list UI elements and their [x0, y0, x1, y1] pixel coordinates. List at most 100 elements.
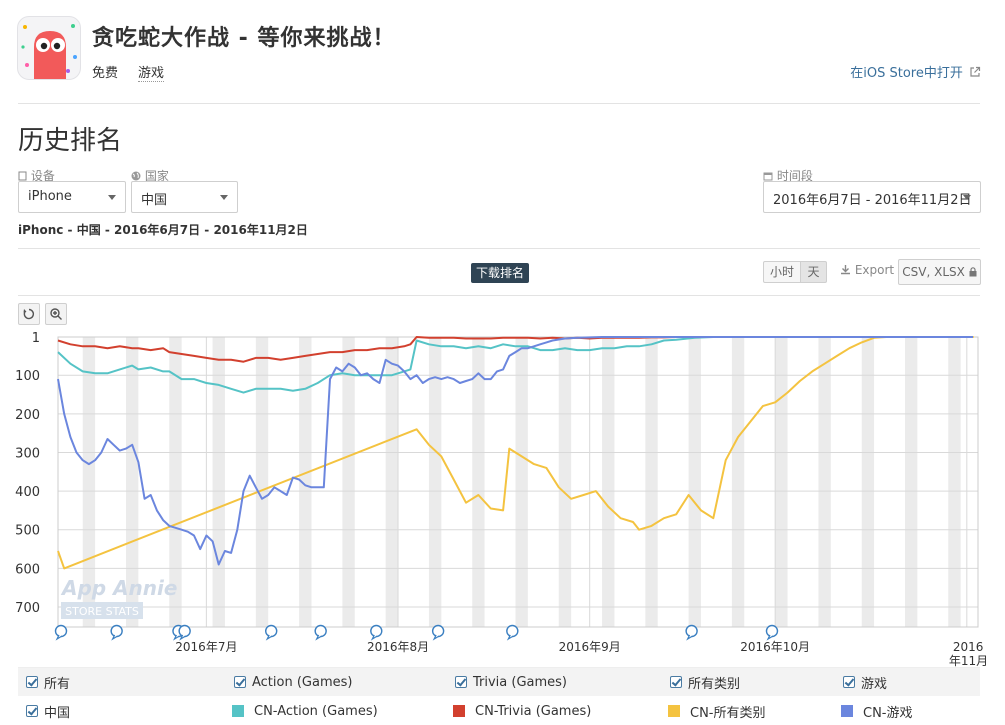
series-swatch [668, 705, 680, 717]
granularity-day-button[interactable]: 天 [800, 261, 827, 283]
csv-xlsx-button[interactable]: CSV, XLSX [898, 259, 981, 285]
weekend-band [904, 337, 918, 627]
event-marker-icon [178, 624, 191, 638]
event-marker-icon [765, 624, 779, 638]
legend-series-all-label: CN-所有类别 [690, 705, 766, 721]
watermark-brand: App Annie [60, 576, 177, 600]
weekend-band [861, 337, 875, 627]
legend-action-label: Action (Games) [252, 674, 353, 690]
chart-title-tag: 下载排名 [471, 263, 530, 283]
calendar-icon [763, 172, 773, 181]
weekend-band [385, 337, 399, 627]
device-icon [18, 171, 27, 181]
legend-series-trivia-label: CN-Trivia (Games) [475, 703, 592, 719]
legend-toggle-all-categories[interactable]: 所有类别 [670, 668, 740, 696]
legend-category-row: 所有 Action (Games) Trivia (Games) 所有类别 游戏 [18, 668, 980, 696]
checkbox-icon[interactable] [234, 676, 246, 688]
legend-series-games-label: CN-游戏 [863, 705, 913, 721]
weekend-band [255, 337, 269, 627]
y-tick-label: 500 [15, 524, 40, 539]
country-select-value: 中国 [141, 193, 168, 208]
reset-zoom-button[interactable] [18, 303, 40, 325]
legend-toggle-all[interactable]: 所有 [26, 668, 70, 696]
globe-icon [131, 171, 141, 181]
period-select[interactable]: 2016年6月7日 - 2016年11月2日 [763, 181, 981, 213]
app-price: 免费 [92, 66, 119, 81]
y-tick-label: 700 [15, 601, 40, 616]
store-link-label: 在iOS Store中打开 [850, 66, 963, 81]
x-tick-label: 2016年9月 [559, 640, 621, 654]
x-tick-label: 2016年8月 [367, 640, 429, 654]
device-select[interactable]: iPhone [18, 181, 126, 213]
event-marker-icon [506, 624, 519, 638]
x-tick-label: 2016 [953, 640, 984, 654]
legend-all-label: 所有 [44, 676, 71, 692]
event-marker-icon [265, 624, 278, 638]
external-link-icon [970, 66, 981, 77]
open-in-store-link[interactable]: 在iOS Store中打开 [850, 62, 981, 81]
checkbox-icon[interactable] [670, 676, 682, 688]
app-icon [17, 16, 81, 80]
granularity-hour-button[interactable]: 小时 [763, 261, 801, 283]
section-title: 历史排名 [18, 126, 123, 156]
legend-toggle-games[interactable]: 游戏 [843, 668, 887, 696]
legend-series-all[interactable]: CN-所有类别 [668, 697, 766, 725]
app-category-link[interactable]: 游戏 [138, 62, 165, 82]
checkbox-icon[interactable] [455, 676, 467, 688]
event-marker-icon [110, 624, 123, 638]
y-tick-label: 100 [15, 369, 40, 384]
chevron-down-icon [220, 195, 228, 200]
weekend-band [948, 337, 961, 627]
filters-divider [18, 248, 980, 249]
legend-series-action-label: CN-Action (Games) [254, 703, 378, 719]
y-tick-label: 300 [15, 446, 40, 461]
y-tick-label: 200 [15, 408, 40, 423]
weekend-band [472, 337, 485, 627]
legend-series-games[interactable]: CN-游戏 [841, 697, 913, 725]
zoom-button[interactable] [45, 303, 67, 325]
x-tick-label: 2016年7月 [175, 640, 237, 654]
weekend-band [688, 337, 701, 627]
y-tick-label: 600 [15, 562, 40, 577]
lock-icon [969, 267, 977, 277]
legend-series-action[interactable]: CN-Action (Games) [232, 697, 378, 725]
weekend-band [731, 337, 745, 627]
legend-series-trivia[interactable]: CN-Trivia (Games) [453, 697, 591, 725]
country-select[interactable]: 中国 [131, 181, 238, 213]
weekend-band [515, 337, 528, 627]
legend-toggle-country[interactable]: 中国 [26, 697, 70, 725]
x-tick-label: 2016年10月 [740, 640, 810, 654]
checkbox-icon[interactable] [843, 676, 855, 688]
chevron-down-icon [963, 195, 971, 200]
legend-trivia-label: Trivia (Games) [473, 674, 568, 690]
filter-summary: iPhonc - 中国 - 2016年6月7日 - 2016年11月2日 [18, 223, 308, 237]
export-label: Export [854, 263, 895, 277]
y-tick-label: 400 [15, 485, 40, 500]
weekend-band [645, 337, 658, 627]
y-tick-label: 1 [32, 331, 40, 346]
series-swatch [453, 705, 465, 717]
legend-all-categories-label: 所有类别 [688, 676, 741, 692]
chevron-down-icon [108, 195, 116, 200]
weekend-band [775, 337, 788, 627]
download-icon [841, 265, 850, 275]
csv-xlsx-label: CSV, XLSX [902, 265, 965, 279]
checkbox-icon[interactable] [26, 676, 38, 688]
legend-toggle-trivia[interactable]: Trivia (Games) [455, 668, 567, 696]
series-swatch [841, 705, 853, 717]
legend-toggle-action[interactable]: Action (Games) [234, 668, 352, 696]
weekend-band [212, 337, 225, 627]
legend-games-label: 游戏 [861, 676, 888, 692]
weekend-band [818, 337, 831, 627]
toolbar-divider [18, 295, 980, 296]
weekend-band [602, 337, 615, 627]
x-tick-label-cont: 年11月 [949, 654, 988, 667]
export-button[interactable]: Export [840, 263, 894, 277]
event-marker-icon [314, 624, 327, 638]
header-divider [18, 103, 980, 104]
weekend-band [558, 337, 572, 627]
download-rank-chart[interactable]: 1 100 200 300 400 500 600 700 App Annie STORE STA… [0, 325, 1005, 667]
zoom-icon [50, 308, 62, 320]
checkbox-icon[interactable] [26, 705, 38, 717]
series-swatch [232, 705, 244, 717]
